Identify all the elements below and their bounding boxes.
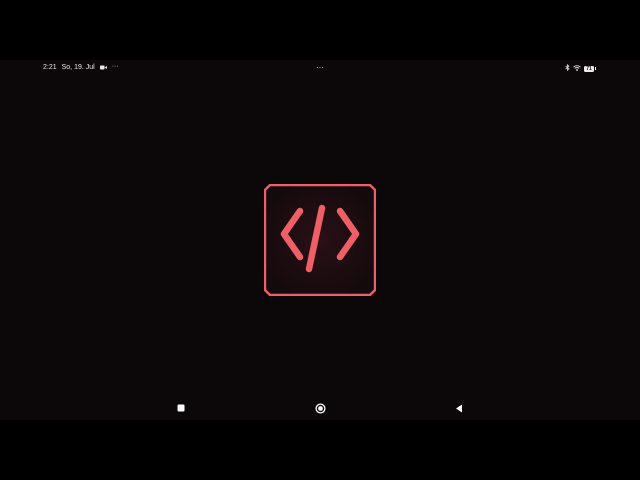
video-camera-icon [99, 65, 107, 70]
battery-level: 71 [584, 65, 594, 72]
status-time: 2:21 [43, 64, 57, 71]
bluetooth-icon [565, 63, 570, 73]
home-button[interactable] [314, 402, 326, 414]
circle-icon [314, 402, 326, 414]
status-right: 71 [565, 63, 596, 73]
triangle-back-icon [456, 404, 462, 412]
code-brackets-icon [264, 184, 376, 296]
letterbox-bottom [0, 420, 640, 480]
status-bar: 2:21 So, 19. Jul ··· ··· 71 [0, 60, 640, 76]
square-icon [177, 404, 185, 412]
back-button[interactable] [453, 402, 465, 414]
recents-button[interactable] [175, 402, 187, 414]
status-date: So, 19. Jul [61, 64, 95, 71]
device-frame: 2:21 So, 19. Jul ··· ··· 71 [0, 0, 640, 480]
status-left: 2:21 So, 19. Jul ··· [43, 63, 119, 71]
letterbox-top [0, 0, 640, 60]
app-screen: 2:21 So, 19. Jul ··· ··· 71 [0, 60, 640, 420]
navigation-bar [0, 398, 640, 418]
more-notifications-icon: ··· [111, 63, 119, 70]
wifi-icon [573, 64, 581, 73]
battery-icon: 71 [584, 65, 596, 72]
status-center-dots: ··· [316, 63, 324, 72]
